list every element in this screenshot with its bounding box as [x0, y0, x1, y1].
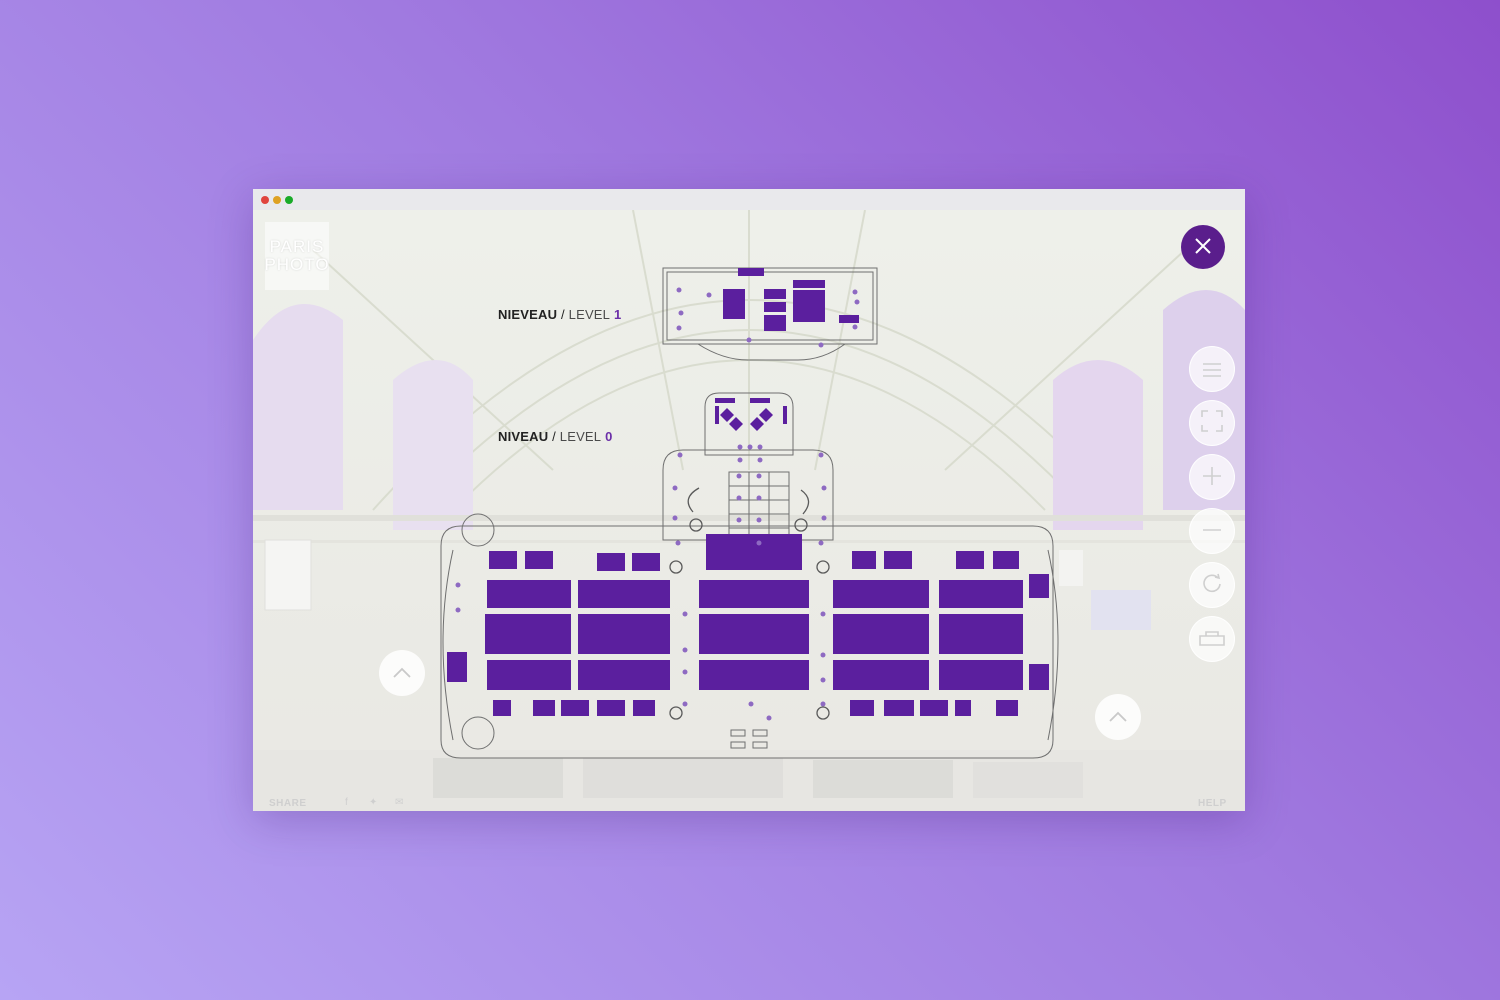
zoom-in-button[interactable] [1189, 454, 1235, 500]
window-maximize-dot[interactable] [285, 196, 293, 204]
mail-icon[interactable]: ✉ [395, 797, 403, 808]
rotate-icon [1203, 573, 1221, 593]
tour-viewport[interactable]: PARIS PHOTO NIEVEAU / LEVEL 1 NIVEAU / L… [253, 210, 1245, 811]
window-minimize-dot[interactable] [273, 196, 281, 204]
chevron-up-icon [393, 667, 411, 678]
scroll-up-left-button[interactable] [379, 650, 425, 696]
facebook-icon[interactable]: f [345, 797, 348, 808]
zoom-out-button[interactable] [1189, 508, 1235, 554]
zoom-in-icon [1203, 467, 1221, 485]
vr-button[interactable] [1189, 616, 1235, 662]
zoom-out-icon [1203, 529, 1221, 531]
scroll-up-right-button[interactable] [1095, 694, 1141, 740]
window-close-dot[interactable] [261, 196, 269, 204]
close-icon [1195, 238, 1211, 254]
level1-label[interactable]: NIEVEAU / LEVEL 1 [498, 307, 621, 322]
fullscreen-icon [1201, 410, 1223, 432]
vr-headset-icon [1199, 631, 1225, 646]
menu-button[interactable] [1189, 346, 1235, 392]
window-titlebar [253, 189, 1245, 210]
share-label[interactable]: SHARE [269, 798, 307, 809]
marker-dots [455, 287, 860, 721]
booth-group [447, 268, 1049, 716]
level0-label[interactable]: NIVEAU / LEVEL 0 [498, 429, 613, 444]
menu-icon [1203, 363, 1221, 377]
twitter-icon[interactable]: ✦ [369, 797, 377, 808]
close-floorplan-button[interactable] [1181, 225, 1225, 269]
rotate-button[interactable] [1189, 562, 1235, 608]
fullscreen-button[interactable] [1189, 400, 1235, 446]
browser-window: PARIS PHOTO NIEVEAU / LEVEL 1 NIVEAU / L… [253, 189, 1245, 811]
chevron-up-icon [1109, 711, 1127, 722]
help-label[interactable]: HELP [1198, 798, 1227, 809]
